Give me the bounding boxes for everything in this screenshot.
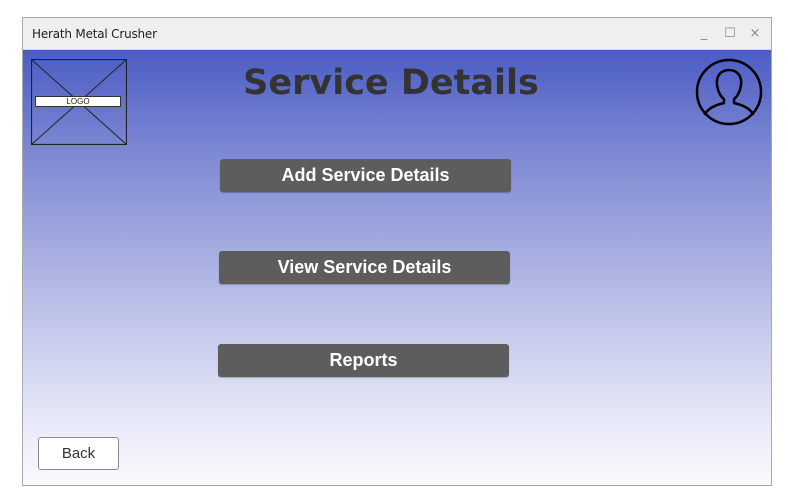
- add-service-details-button[interactable]: Add Service Details: [220, 159, 511, 192]
- window-title: Herath Metal Crusher: [32, 27, 157, 41]
- main-content: LOGO Service Details Add Service Details…: [23, 50, 771, 485]
- user-avatar-icon[interactable]: [695, 58, 763, 126]
- maximize-icon[interactable]: ☐: [720, 24, 740, 44]
- back-button[interactable]: Back: [38, 437, 119, 470]
- view-service-details-button[interactable]: View Service Details: [219, 251, 510, 284]
- close-icon[interactable]: ×: [745, 24, 765, 44]
- app-window: Herath Metal Crusher _ ☐ × LOGO Service …: [22, 17, 772, 486]
- title-bar: Herath Metal Crusher _ ☐ ×: [23, 18, 771, 50]
- reports-button[interactable]: Reports: [218, 344, 509, 377]
- page-title: Service Details: [243, 63, 539, 103]
- minimize-icon[interactable]: _: [694, 24, 714, 44]
